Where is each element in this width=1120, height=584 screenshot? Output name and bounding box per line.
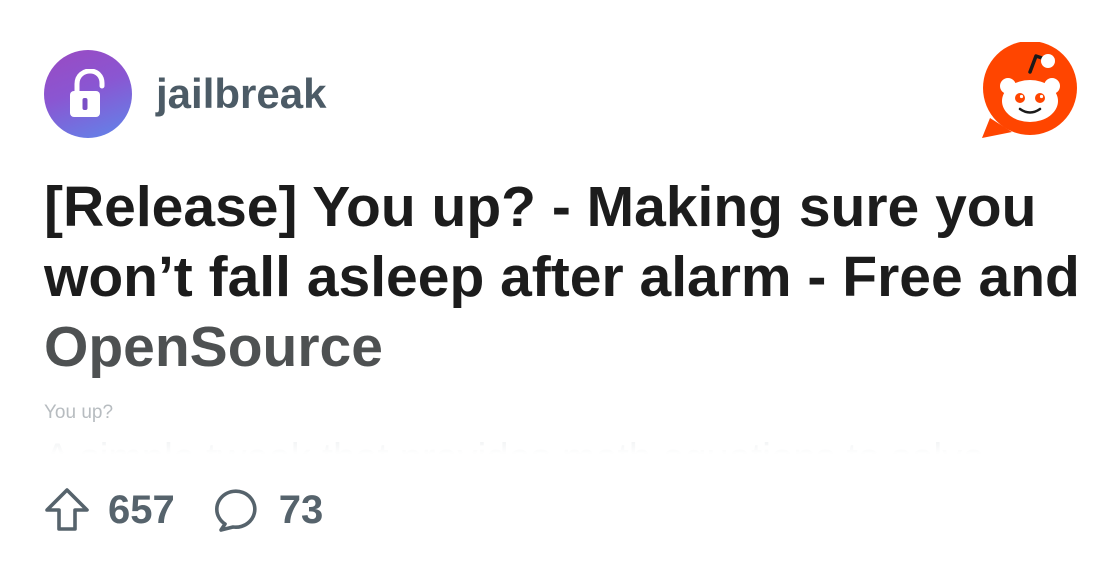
comment-stat[interactable]: 73 bbox=[214, 487, 324, 533]
unlocked-padlock-icon bbox=[70, 69, 105, 117]
comment-bubble-icon bbox=[214, 489, 257, 532]
post-title-line: [Release] You up? - Making sure you bbox=[44, 175, 1037, 239]
upvote-count: 657 bbox=[108, 487, 175, 532]
community-header: jailbreak bbox=[44, 50, 326, 138]
post-title[interactable]: [Release] You up? - Making sure you won’… bbox=[44, 172, 1084, 382]
post-body-preview: A simple tweak that provides math equati… bbox=[44, 432, 1084, 454]
community-avatar[interactable] bbox=[44, 50, 132, 138]
post-stats: 657 73 bbox=[44, 484, 323, 536]
post-share-card: jailbreak [Release] You up? - Making sur… bbox=[0, 0, 1120, 584]
comment-count: 73 bbox=[278, 487, 324, 532]
upvote-stat[interactable]: 657 bbox=[44, 487, 175, 533]
upvote-arrow-icon bbox=[45, 488, 89, 531]
post-flair: You up? bbox=[44, 402, 114, 423]
reddit-snoo-icon[interactable] bbox=[978, 42, 1078, 142]
community-name[interactable]: jailbreak bbox=[156, 70, 326, 118]
post-title-line: won’t fall asleep after alarm - Free and bbox=[44, 245, 1080, 309]
post-body-text: A simple tweak that provides math equati… bbox=[44, 434, 985, 454]
post-title-line: OpenSource bbox=[44, 315, 383, 379]
